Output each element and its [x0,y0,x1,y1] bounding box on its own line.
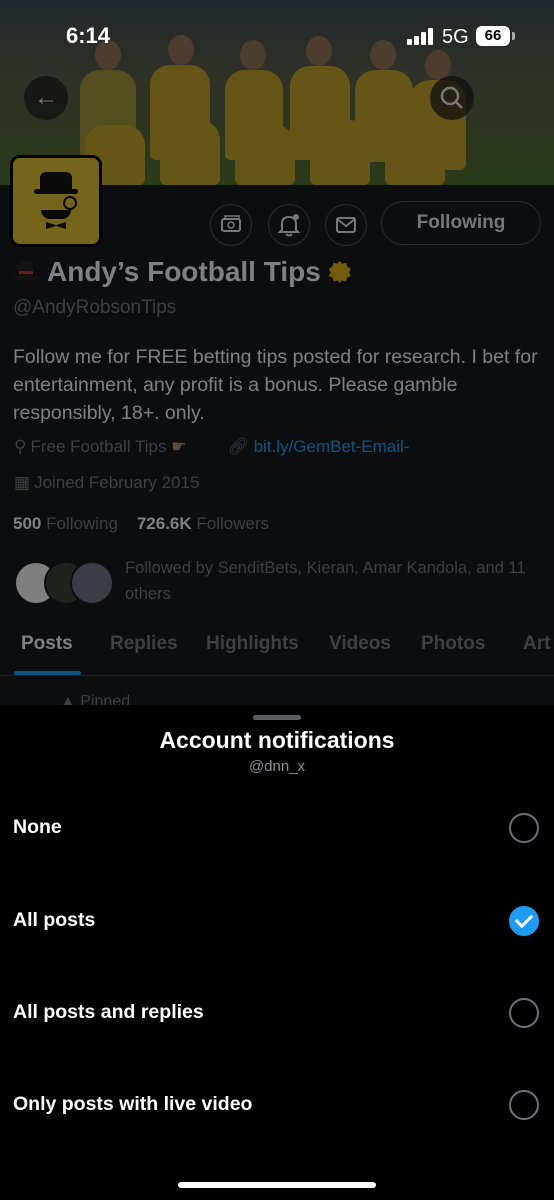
top-hat-icon [13,258,39,282]
tab-articles[interactable]: Art [523,633,550,655]
option-label: All posts [13,909,96,931]
search-icon[interactable] [430,76,474,120]
notification-bell-icon[interactable] [268,204,310,246]
profile-tabs: Posts Replies Highlights Videos Photos A… [0,625,554,676]
profile-name-text: Andy’s Football Tips [47,256,321,287]
home-indicator[interactable] [178,1182,376,1188]
tab-videos[interactable]: Videos [329,633,391,655]
sheet-account: @dnn_x [248,758,306,775]
followed-by-text[interactable]: Followed by SenditBets, Kieran, Amar Kan… [125,555,545,607]
network-type: 5G [442,26,469,48]
following-count-link[interactable]: 500 Following [13,514,118,533]
option-none[interactable]: None [0,792,554,864]
link-icon: 🔗︎ [228,437,250,456]
followers-count-link[interactable]: 726.6K Followers [137,514,269,533]
radio-button[interactable] [509,998,539,1028]
sheet-title: Account notifications [159,727,395,753]
signal-icon [407,28,435,45]
profile-location: ⚲ Free Football Tips ☛ [14,437,187,457]
radio-checked-icon[interactable] [509,906,539,936]
tip-jar-icon[interactable] [210,204,252,246]
link-text[interactable]: bit.ly/GemBet-Email- [254,437,410,456]
option-live-video[interactable]: Only posts with live video [0,1069,554,1141]
option-label: All posts and replies [13,1001,204,1023]
option-label: Only posts with live video [13,1093,253,1115]
profile-link[interactable]: 🔗︎ bit.ly/GemBet-Email- [228,437,409,457]
profile-joined: ▦ Joined February 2015 [14,473,199,493]
status-bar: 6:14 5G 66 [0,0,554,74]
follow-counts: 500 Following 726.6K Followers [13,514,269,534]
joined-text: Joined February 2015 [34,473,200,492]
pointing-hand-icon: ☛ [171,437,187,456]
profile-handle: @AndyRobsonTips [13,297,177,318]
mail-icon[interactable] [325,204,367,246]
option-all-posts[interactable]: All posts [0,885,554,957]
back-arrow-icon[interactable]: ← [24,76,68,120]
battery-icon: 66 [476,26,510,46]
tab-replies[interactable]: Replies [110,633,178,655]
profile-name: Andy’s Football Tips [13,256,351,288]
status-time: 6:14 [66,23,111,48]
radio-button[interactable] [509,1090,539,1120]
location-text: Free Football Tips [30,437,167,456]
profile-bio: Follow me for FREE betting tips posted f… [13,346,538,424]
tab-photos[interactable]: Photos [421,633,485,655]
location-pin-icon: ⚲ [14,437,27,456]
notifications-sheet: Account notifications @dnn_x None All po… [0,705,554,1200]
following-button[interactable]: Following [381,201,541,245]
follower-avatar[interactable] [70,561,114,605]
avatar[interactable] [10,155,102,247]
option-all-posts-and-replies[interactable]: All posts and replies [0,977,554,1049]
option-label: None [13,816,62,838]
radio-button[interactable] [509,813,539,843]
verified-badge-icon[interactable] [328,261,351,283]
tab-posts[interactable]: Posts [21,633,73,655]
active-tab-indicator [14,671,81,675]
calendar-icon: ▦ [14,473,31,492]
tab-highlights[interactable]: Highlights [206,633,299,655]
sheet-grabber[interactable] [253,715,301,720]
